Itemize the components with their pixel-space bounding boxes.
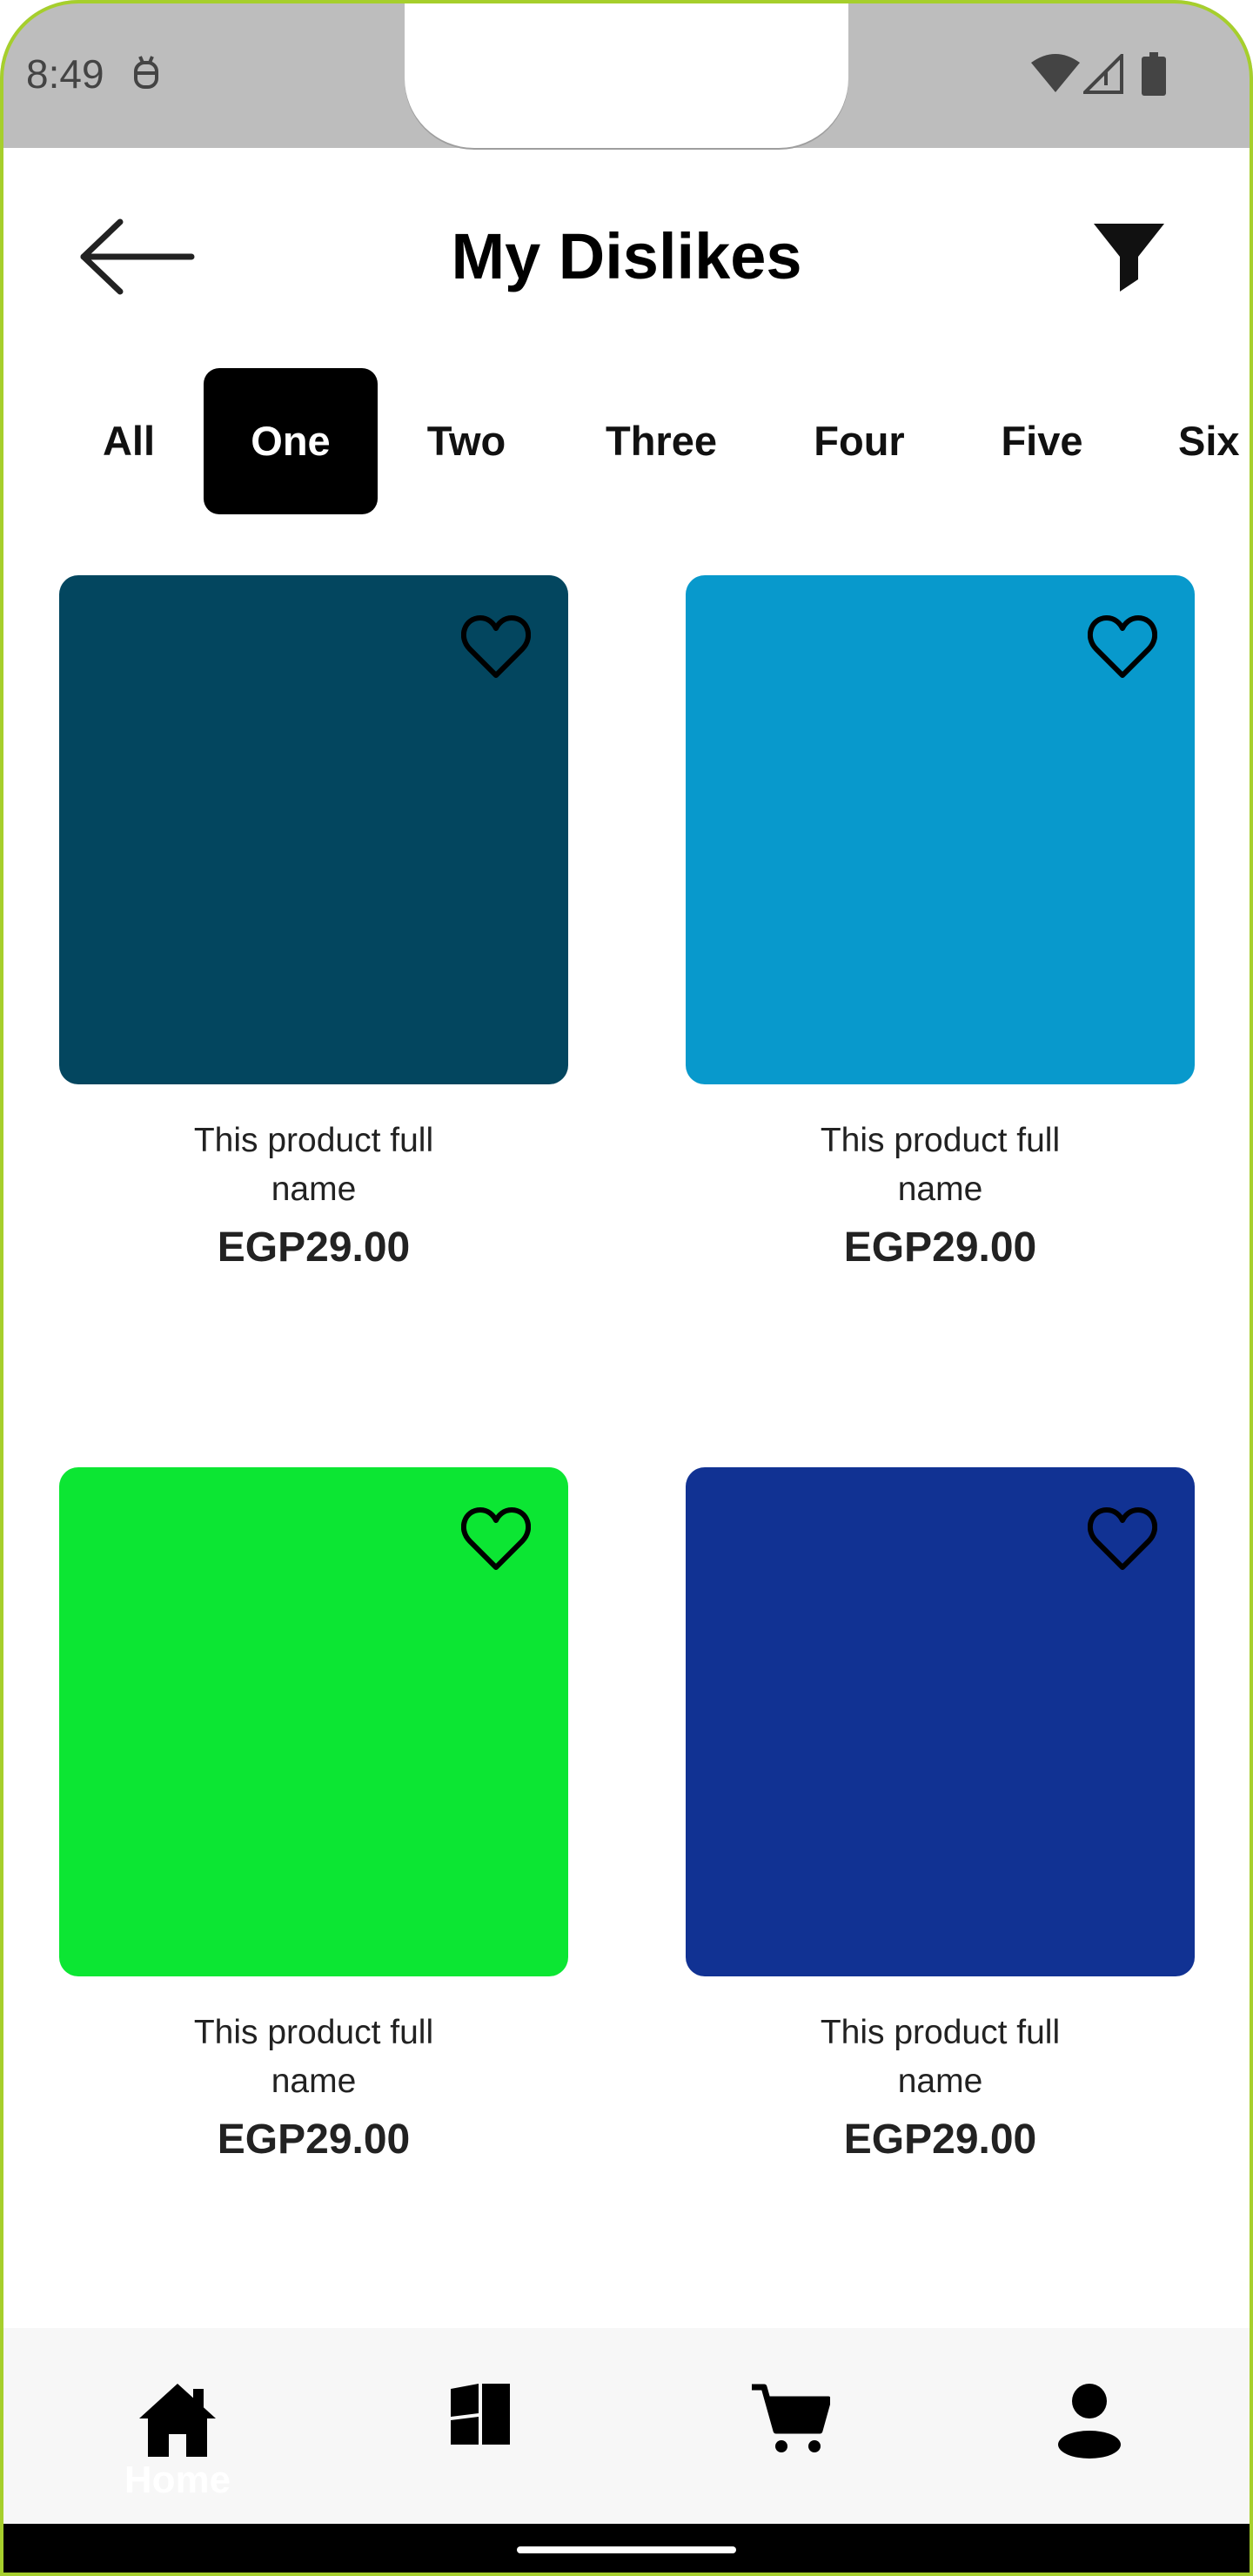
battery-icon <box>1142 52 1166 96</box>
filter-button[interactable] <box>1092 222 1166 292</box>
product-name-line: name <box>271 2063 357 2100</box>
filter-icon <box>1094 224 1164 292</box>
heart-icon[interactable] <box>461 614 531 680</box>
system-gesture-bar <box>0 2524 1253 2576</box>
home-gesture-handle[interactable] <box>517 2546 736 2553</box>
tab-two[interactable]: Two <box>409 368 524 514</box>
nav-cart[interactable] <box>703 2328 877 2524</box>
home-icon <box>139 2384 216 2457</box>
tab-five[interactable]: Five <box>988 368 1096 514</box>
nav-profile[interactable] <box>1002 2328 1176 2524</box>
product-price: EGP29.00 <box>217 1224 411 1271</box>
heart-icon[interactable] <box>1088 614 1157 680</box>
tab-three[interactable]: Three <box>592 368 731 514</box>
camera-notch <box>405 0 848 148</box>
cart-icon <box>752 2384 830 2452</box>
profile-icon <box>1058 2384 1121 2459</box>
product-name-line: This product full <box>820 1122 1061 1159</box>
nav-home[interactable]: Home <box>90 2328 265 2524</box>
product-name-line: This product full <box>820 2014 1061 2051</box>
nav-home-label: Home <box>124 2459 231 2501</box>
product-name-line: This product full <box>193 2014 434 2051</box>
product-name: This product full name <box>686 1117 1195 1214</box>
product-price: EGP29.00 <box>843 2116 1037 2163</box>
page-title: My Dislikes <box>451 220 802 292</box>
categories-icon <box>451 2384 510 2445</box>
category-tabs: All One Two Three Four Five Six <box>0 368 1253 514</box>
signal-icon <box>1083 54 1123 94</box>
debug-icon <box>134 56 158 89</box>
heart-icon[interactable] <box>1088 1506 1157 1572</box>
tab-six[interactable]: Six <box>1166 368 1253 514</box>
nav-categories[interactable] <box>393 2328 567 2524</box>
product-name: This product full name <box>59 1117 568 1214</box>
product-name-line: name <box>271 1171 357 1208</box>
tab-four[interactable]: Four <box>801 368 918 514</box>
tab-one[interactable]: One <box>204 368 378 514</box>
bottom-navigation: Home <box>0 2328 1253 2524</box>
product-name-line: name <box>897 2063 983 2100</box>
wifi-icon <box>1031 54 1080 92</box>
product-name: This product full name <box>59 2009 568 2106</box>
product-price: EGP29.00 <box>217 2116 411 2163</box>
product-name-line: This product full <box>193 1122 434 1159</box>
product-name: This product full name <box>686 2009 1195 2106</box>
product-name-line: name <box>897 1171 983 1208</box>
heart-icon[interactable] <box>461 1506 531 1572</box>
status-clock: 8:49 <box>26 51 104 97</box>
product-price: EGP29.00 <box>843 1224 1037 1271</box>
tab-all[interactable]: All <box>77 368 181 514</box>
